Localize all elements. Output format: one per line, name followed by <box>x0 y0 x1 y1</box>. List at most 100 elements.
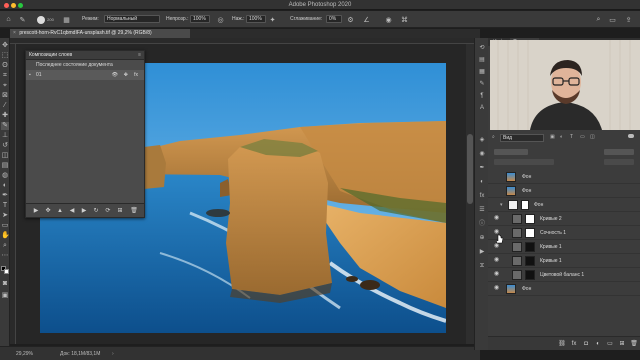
frame-tool-icon[interactable]: ⊠ <box>1 92 9 100</box>
new-group-icon[interactable]: ▭ <box>606 340 614 348</box>
screen-mode-icon[interactable]: ▣ <box>1 292 9 300</box>
quick-select-tool-icon[interactable]: ⌗ <box>1 72 9 80</box>
apply-visibility-icon[interactable]: ▶ <box>32 207 40 215</box>
filter-pixel-icon[interactable]: ▣ <box>550 134 555 140</box>
path-selection-tool-icon[interactable]: ➤ <box>1 212 9 220</box>
lasso-tool-icon[interactable]: ʘ <box>1 62 9 70</box>
layer-row[interactable]: ◉ Сочность 1 <box>488 226 640 240</box>
close-tab-icon[interactable]: × <box>13 30 16 36</box>
history-brush-tool-icon[interactable]: ↺ <box>1 142 9 150</box>
actions-panel-icon[interactable]: ▶ <box>478 248 486 256</box>
libraries-panel-icon[interactable]: ☰ <box>478 206 486 214</box>
eyedropper-tool-icon[interactable]: ⁄ <box>1 102 9 110</box>
character-panel-icon[interactable]: A <box>478 104 486 112</box>
new-adjustment-icon[interactable]: ◐ <box>594 340 602 348</box>
quick-mask-icon[interactable]: ◙ <box>1 280 9 288</box>
filter-shape-icon[interactable]: ▭ <box>580 134 585 140</box>
background-color-swatch[interactable] <box>4 269 9 274</box>
apply-position-icon[interactable]: ✥ <box>44 207 52 215</box>
angle-icon[interactable]: ∠ <box>362 15 371 24</box>
pressure-size-icon[interactable]: ◉ <box>384 15 393 24</box>
gradient-tool-icon[interactable]: ▤ <box>1 162 9 170</box>
status-arrow-icon[interactable]: › <box>112 351 114 357</box>
blend-mode-select[interactable] <box>494 149 528 155</box>
styles-panel-icon[interactable]: fx <box>478 192 486 200</box>
canvas-vertical-scrollbar[interactable] <box>466 44 474 344</box>
prev-comp-icon[interactable]: ◀ <box>68 207 76 215</box>
brushes-panel-icon[interactable]: ✎ <box>478 80 486 88</box>
zoom-level[interactable]: 29,29% <box>16 351 33 357</box>
layer-comp-item[interactable]: ▪ 01 👁 ✥ fx <box>26 70 144 80</box>
scrollbar-thumb[interactable] <box>467 134 473 204</box>
lock-options[interactable] <box>494 159 554 165</box>
swatches-panel-icon[interactable]: ▦ <box>478 68 486 76</box>
smoothing-settings-icon[interactable]: ⚙ <box>346 15 355 24</box>
filter-smart-icon[interactable]: ◫ <box>590 134 595 140</box>
channels-panel-icon[interactable]: ◉ <box>478 150 486 158</box>
layer-row[interactable]: ▾ Фон <box>488 198 640 212</box>
layer-style-icon[interactable]: fx <box>570 340 578 348</box>
adjustments-panel-icon[interactable]: ◐ <box>478 178 486 186</box>
opacity-field[interactable] <box>604 149 634 155</box>
airbrush-icon[interactable]: ✦ <box>268 15 277 24</box>
visibility-eye-icon[interactable]: ◉ <box>493 215 500 222</box>
layer-row[interactable]: Фон <box>488 170 640 184</box>
workspace-icon[interactable]: ▭ <box>608 15 617 24</box>
share-icon[interactable]: ⇪ <box>624 15 633 24</box>
brush-tool-icon[interactable]: ✎ <box>1 122 9 130</box>
layer-row[interactable]: ◉ Кривые 1 <box>488 240 640 254</box>
smoothing-input[interactable]: 0% <box>326 15 342 23</box>
doc-size-info[interactable]: Док: 18,1M/83,1M <box>60 351 100 357</box>
hand-tool-icon[interactable]: ✋ <box>1 232 10 240</box>
panel-menu-icon[interactable]: ≡ <box>138 51 141 60</box>
layer-row[interactable]: Фон <box>488 184 640 198</box>
timeline-panel-icon[interactable]: ⧖ <box>478 262 486 270</box>
group-arrow-icon[interactable]: ▾ <box>500 202 503 208</box>
document-tab[interactable]: × prescott-horn-RvC1qbmdIFA-unsplash.tif… <box>10 29 190 38</box>
symmetry-icon[interactable]: ⌘ <box>400 15 409 24</box>
refresh-icon[interactable]: ⟳ <box>104 207 112 215</box>
layer-row[interactable]: ◉ Кривые 2 <box>488 212 640 226</box>
filter-toggle[interactable] <box>628 134 634 138</box>
home-icon[interactable]: ⌂ <box>4 15 13 24</box>
pen-tool-icon[interactable]: ✒ <box>1 192 9 200</box>
eraser-tool-icon[interactable]: ◫ <box>1 152 9 160</box>
properties-panel-icon[interactable]: ▤ <box>478 56 486 64</box>
opacity-input[interactable]: 100% <box>190 15 210 23</box>
delete-layer-icon[interactable]: 🗑 <box>630 340 638 348</box>
mode-select[interactable]: Нормальный <box>104 15 160 23</box>
pressure-opacity-icon[interactable]: ◎ <box>216 15 225 24</box>
blur-tool-icon[interactable]: ◍ <box>1 172 9 180</box>
layer-filter-select[interactable]: Вид <box>500 134 544 142</box>
layer-row[interactable]: ◉ Цветовой баланс 1 <box>488 268 640 282</box>
rectangle-tool-icon[interactable]: ▭ <box>1 222 9 230</box>
new-comp-icon[interactable]: ⊞ <box>116 207 124 215</box>
visibility-eye-icon[interactable]: ◉ <box>493 285 500 292</box>
apply-appearance-icon[interactable]: ▲ <box>56 207 64 215</box>
brush-settings-icon[interactable]: ▦ <box>62 15 71 24</box>
layers-panel-icon[interactable]: ◈ <box>478 136 486 144</box>
crop-tool-icon[interactable]: ⌖ <box>1 82 9 90</box>
layer-row[interactable]: ◉ Фон <box>488 282 640 296</box>
next-comp-icon[interactable]: ▶ <box>80 207 88 215</box>
appearance-icon[interactable]: fx <box>134 70 138 80</box>
new-layer-icon[interactable]: ⊞ <box>618 340 626 348</box>
info-panel-icon[interactable]: ⓘ <box>478 220 486 228</box>
navigator-panel-icon[interactable]: ⊕ <box>478 234 486 242</box>
flow-input[interactable]: 100% <box>246 15 266 23</box>
visibility-eye-icon[interactable]: ◉ <box>493 243 500 250</box>
visibility-eye-icon[interactable]: ◉ <box>493 257 500 264</box>
history-panel-icon[interactable]: ⟲ <box>478 44 486 52</box>
brush-size-picker[interactable]: 200 <box>34 15 56 24</box>
zoom-tool-icon[interactable]: ⌕ <box>1 242 9 250</box>
move-tool-icon[interactable]: ✥ <box>1 42 9 50</box>
brush-tool-preset-icon[interactable]: ✎ <box>18 15 27 24</box>
position-icon[interactable]: ✥ <box>124 70 128 80</box>
search-icon[interactable]: ⌕ <box>594 15 603 24</box>
paragraph-panel-icon[interactable]: ¶ <box>478 92 486 100</box>
clone-stamp-tool-icon[interactable]: ⊥ <box>1 132 9 140</box>
visibility-icon[interactable]: 👁 <box>112 70 118 80</box>
visibility-eye-icon[interactable]: ◉ <box>493 271 500 278</box>
link-layers-icon[interactable]: ⛓ <box>558 340 566 348</box>
update-comp-icon[interactable]: ↻ <box>92 207 100 215</box>
